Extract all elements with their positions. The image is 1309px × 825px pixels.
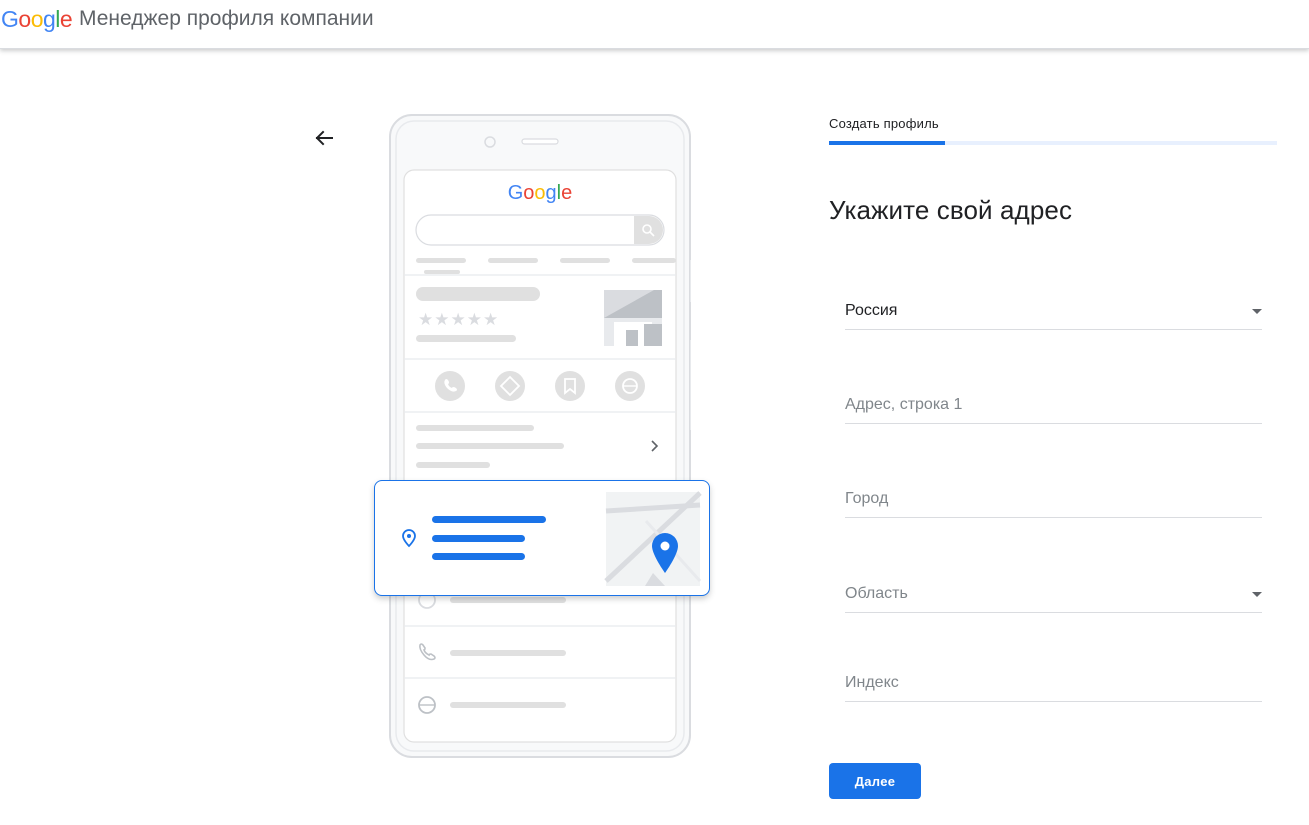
address-card-graphic xyxy=(402,491,702,586)
mock-tab-indicator xyxy=(424,270,460,274)
star-rating: ★★★★★ xyxy=(418,310,499,330)
region-select[interactable]: Область xyxy=(845,578,1262,613)
mock-search-bar xyxy=(415,214,665,246)
mock-business-name xyxy=(416,287,540,301)
directions-icon xyxy=(495,371,525,401)
mock-line xyxy=(416,443,564,449)
city-placeholder: Город xyxy=(845,490,889,507)
phone-side-button xyxy=(690,340,691,430)
mock-line xyxy=(416,335,516,342)
mock-line xyxy=(450,702,566,708)
bookmark-icon xyxy=(555,371,585,401)
phone-icon xyxy=(435,371,465,401)
logo-letter: g xyxy=(42,6,56,32)
phone-screen xyxy=(403,169,677,743)
address-line xyxy=(432,553,525,560)
logo-letter: o xyxy=(18,6,31,32)
country-select[interactable]: Россия xyxy=(845,295,1262,330)
google-logo[interactable]: Google xyxy=(1,4,73,34)
google-wordmark: Google xyxy=(508,182,573,204)
city-input[interactable]: Город xyxy=(845,483,1262,518)
progress-bar xyxy=(829,141,1277,145)
logo-letter: e xyxy=(59,6,73,32)
postal-code-input[interactable]: Индекс xyxy=(845,667,1262,702)
step-label: Создать профиль xyxy=(829,116,939,131)
mock-search-button xyxy=(634,216,663,244)
postal-code-placeholder: Индекс xyxy=(845,674,899,691)
phone-side-button xyxy=(690,260,691,302)
address-line xyxy=(432,516,546,523)
back-arrow-button[interactable] xyxy=(310,124,338,152)
country-value: Россия xyxy=(845,302,898,319)
app-title: Менеджер профиля компании xyxy=(79,7,374,30)
page-title: Укажите свой адрес xyxy=(829,195,1073,225)
mock-line xyxy=(416,425,534,431)
address-line1-placeholder: Адрес, строка 1 xyxy=(845,396,963,413)
dropdown-arrow-icon xyxy=(1252,592,1262,597)
mock-line xyxy=(450,597,566,603)
speaker-grill xyxy=(521,138,559,145)
dropdown-arrow-icon xyxy=(1252,309,1262,314)
address-line1-input[interactable]: Адрес, строка 1 xyxy=(845,389,1262,424)
mock-tab xyxy=(416,258,466,263)
top-app-bar: Google Менеджер профиля компании xyxy=(0,0,1309,49)
phone-illustration: Google ★★★★★ xyxy=(389,114,691,758)
map-thumbnail xyxy=(604,491,702,586)
mock-tab xyxy=(488,258,538,263)
arrow-back-icon xyxy=(315,130,333,146)
mock-line xyxy=(416,462,490,468)
progress-bar-fill xyxy=(829,141,946,145)
store-icon xyxy=(604,290,662,346)
logo-letter: o xyxy=(30,6,44,32)
mock-tab xyxy=(632,258,676,263)
mock-tab xyxy=(560,258,610,263)
region-placeholder: Область xyxy=(845,585,908,602)
location-pin-small-icon xyxy=(402,529,416,548)
next-button[interactable]: Далее xyxy=(829,763,921,799)
mock-line xyxy=(450,650,566,656)
logo-letter: G xyxy=(1,6,19,32)
address-highlight-card xyxy=(374,480,710,596)
address-line xyxy=(432,535,525,542)
